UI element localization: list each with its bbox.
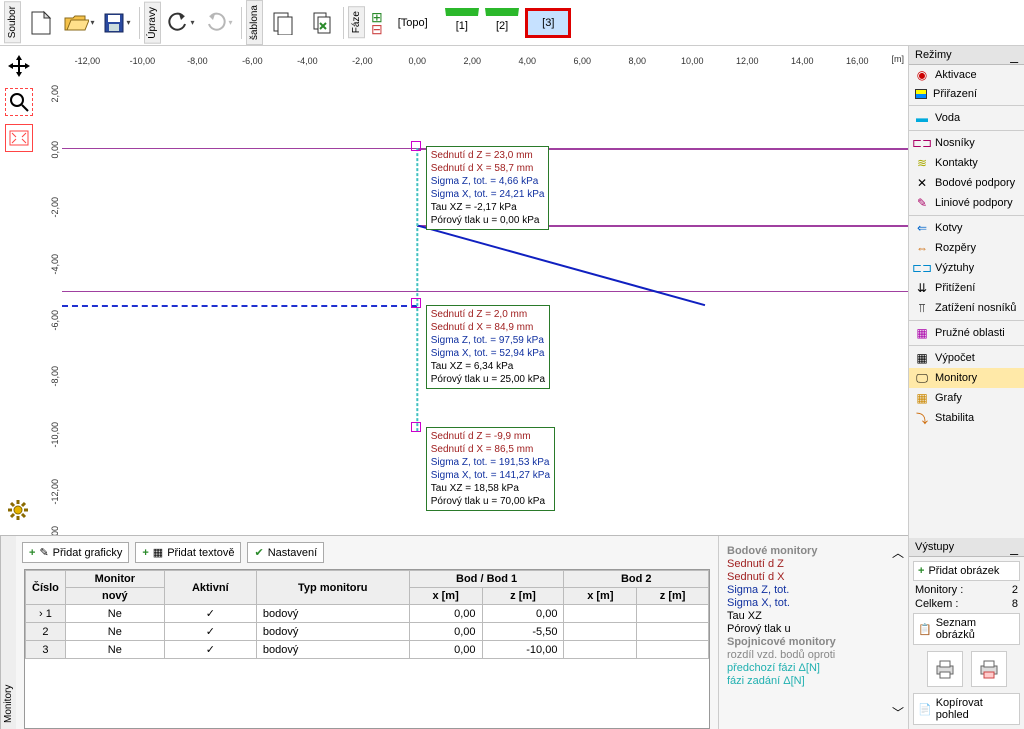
outputs-monitory-value: 2 [1012,584,1018,596]
redo-button[interactable]: ▾ [201,5,237,41]
col-novy: nový [65,588,164,605]
monitor-info-box: Sednutí d Z = -9,9 mm Sednutí d X = 86,5… [426,427,555,511]
outputs-celkem-label: Celkem : [915,598,958,610]
mode-grafy[interactable]: ▦Grafy [909,388,1024,408]
col-typ: Typ monitoru [256,571,409,605]
table-row[interactable]: 3Ne✓bodový0,00-10,00 [26,641,709,659]
settings-gear-button[interactable] [4,496,32,524]
mode-rozpery[interactable]: ⇔Rozpěry [909,238,1024,258]
mode-voda[interactable]: ▬Voda [909,108,1024,128]
sablona-tab[interactable]: šablona [246,0,263,45]
open-file-button[interactable]: ▾ [61,5,97,41]
modes-header: Režimy_ [909,46,1024,65]
undo-button[interactable]: ▾ [163,5,199,41]
bottom-panel: Monitory +✎ Přidat graficky +▦ Přidat te… [0,535,908,729]
col-bod2: Bod 2 [564,571,709,588]
print-button[interactable] [927,651,963,687]
phase-1-button[interactable]: [1] [445,8,479,38]
chevron-down-icon: ▾ [126,18,130,27]
monitor-info-box: Sednutí d Z = 2,0 mm Sednutí d X = 84,9 … [426,305,550,389]
scroll-up-icon[interactable]: ︿ [892,544,904,561]
soubor-tab[interactable]: Soubor [4,1,21,43]
upravy-tab[interactable]: Úpravy [144,2,161,44]
monitor-marker[interactable] [411,422,421,432]
chevron-down-icon: ▾ [90,18,94,27]
mode-stabilita[interactable]: ⤵Stabilita [909,408,1024,428]
top-toolbar: Soubor ▾ ▾ Úpravy ▾ ▾ šablona Fáze ⊞ ⊟ [… [0,0,1024,46]
faze-tab[interactable]: Fáze [348,6,365,38]
monitor-info-box: Sednutí d Z = 23,0 mm Sednutí d X = 58,7… [426,146,550,230]
fit-view-button[interactable] [5,124,33,152]
copy-view-button[interactable]: 📄Kopírovat pohled [913,693,1020,725]
mode-pritizeni[interactable]: ⇊Přitížení [909,278,1024,298]
outputs-celkem-value: 8 [1012,598,1018,610]
col-aktivni: Aktivní [164,571,256,605]
add-text-button[interactable]: +▦ Přidat textově [135,542,241,563]
mode-monitory[interactable]: 🖵Monitory [909,368,1024,388]
vertical-ruler: 2,00 0,00 -2,00 -4,00 -6,00 -8,00 -10,00… [38,66,62,535]
chevron-down-icon: ▾ [190,18,194,27]
mode-kontakty[interactable]: ≋Kontakty [909,153,1024,173]
plot-area: Sednutí d Z = 23,0 mm Sednutí d X = 58,7… [62,66,908,535]
zoom-tool-button[interactable] [5,88,33,116]
phase-add-remove: ⊞ ⊟ [371,11,383,35]
pan-tool-button[interactable] [5,52,33,80]
outputs-header: Výstupy_ [909,538,1024,557]
minimize-icon[interactable]: _ [1010,543,1018,551]
phase-2-button[interactable]: [2] [485,8,519,38]
table-row[interactable]: 2Ne✓bodový0,00-5,50 [26,623,709,641]
mode-vyztuhy[interactable]: ⊏⊐Výztuhy [909,258,1024,278]
scroll-down-icon[interactable]: ﹀ [892,704,904,721]
monitor-values-list: ︿ Bodové monitory Sednutí d Z Sednutí d … [718,536,908,729]
remove-phase-button[interactable]: ⊟ [371,23,383,35]
left-toolbar [0,46,38,152]
mode-bodove-podpory[interactable]: ✕Bodové podpory [909,173,1024,193]
mode-aktivace[interactable]: ◉Aktivace [909,65,1024,85]
add-graphic-button[interactable]: +✎ Přidat graficky [22,542,129,563]
col-cislo: Číslo [26,571,66,605]
mode-nosniky[interactable]: ⊏⊐Nosníky [909,133,1024,153]
add-image-button[interactable]: +Přidat obrázek [913,561,1020,581]
mode-zatizeni-nosniku[interactable]: ⫪Zatížení nosníků [909,298,1024,318]
table-row[interactable]: › 1Ne✓bodový0,000,00 [26,605,709,623]
mode-vypocet[interactable]: ▦Výpočet [909,348,1024,368]
minimize-icon[interactable]: _ [1010,51,1018,59]
new-file-button[interactable] [23,5,59,41]
print-color-button[interactable] [971,651,1007,687]
monitor-marker[interactable] [411,298,421,308]
modes-panel: Režimy_ ◉Aktivace Přiřazení ▬Voda ⊏⊐Nosn… [908,46,1024,729]
mode-prirazeni[interactable]: Přiřazení [909,85,1024,103]
mode-liniove-podpory[interactable]: ✎Liniové podpory [909,193,1024,213]
drawing-canvas[interactable]: -12,00 -10,00 -8,00 -6,00 -4,00 -2,00 0,… [38,46,908,535]
phase-3-button[interactable]: [3] [525,8,571,38]
chevron-down-icon: ▾ [228,18,232,27]
outputs-box: +Přidat obrázek Monitory : 2 Celkem : 8 📋S… [909,557,1024,729]
col-bod1: Bod / Bod 1 [409,571,564,588]
settings-button[interactable]: ✔ Nastavení [247,542,324,563]
template-button[interactable] [265,5,301,41]
col-monitor: Monitor [65,571,164,588]
horizontal-ruler: -12,00 -10,00 -8,00 -6,00 -4,00 -2,00 0,… [62,46,908,66]
monitory-tab[interactable]: Monitory [0,536,16,729]
image-list-button[interactable]: 📋Seznam obrázků [913,613,1020,645]
monitor-marker[interactable] [411,141,421,151]
outputs-monitory-label: Monitory : [915,584,963,596]
save-file-button[interactable]: ▾ [99,5,135,41]
mode-pruzne-oblasti[interactable]: ▦Pružné oblasti [909,323,1024,343]
phase-topo-button[interactable]: [Topo] [387,8,439,38]
monitors-table[interactable]: Číslo Monitor Aktivní Typ monitoru Bod /… [25,570,709,659]
copy-button[interactable] [303,5,339,41]
mode-kotvy[interactable]: ⇐Kotvy [909,218,1024,238]
